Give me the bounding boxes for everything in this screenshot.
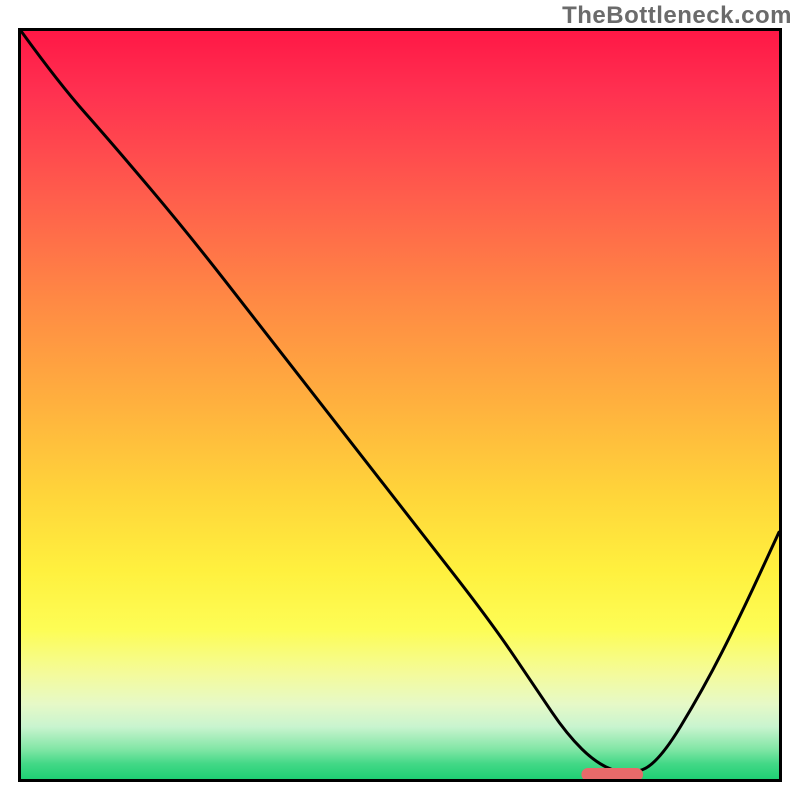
- optimal-range-marker: [582, 769, 643, 779]
- curve-svg: [21, 31, 779, 779]
- chart-stage: TheBottleneck.com: [0, 0, 800, 800]
- watermark-text: TheBottleneck.com: [562, 2, 792, 30]
- bottleneck-curve: [21, 31, 779, 772]
- plot-area: [18, 28, 782, 782]
